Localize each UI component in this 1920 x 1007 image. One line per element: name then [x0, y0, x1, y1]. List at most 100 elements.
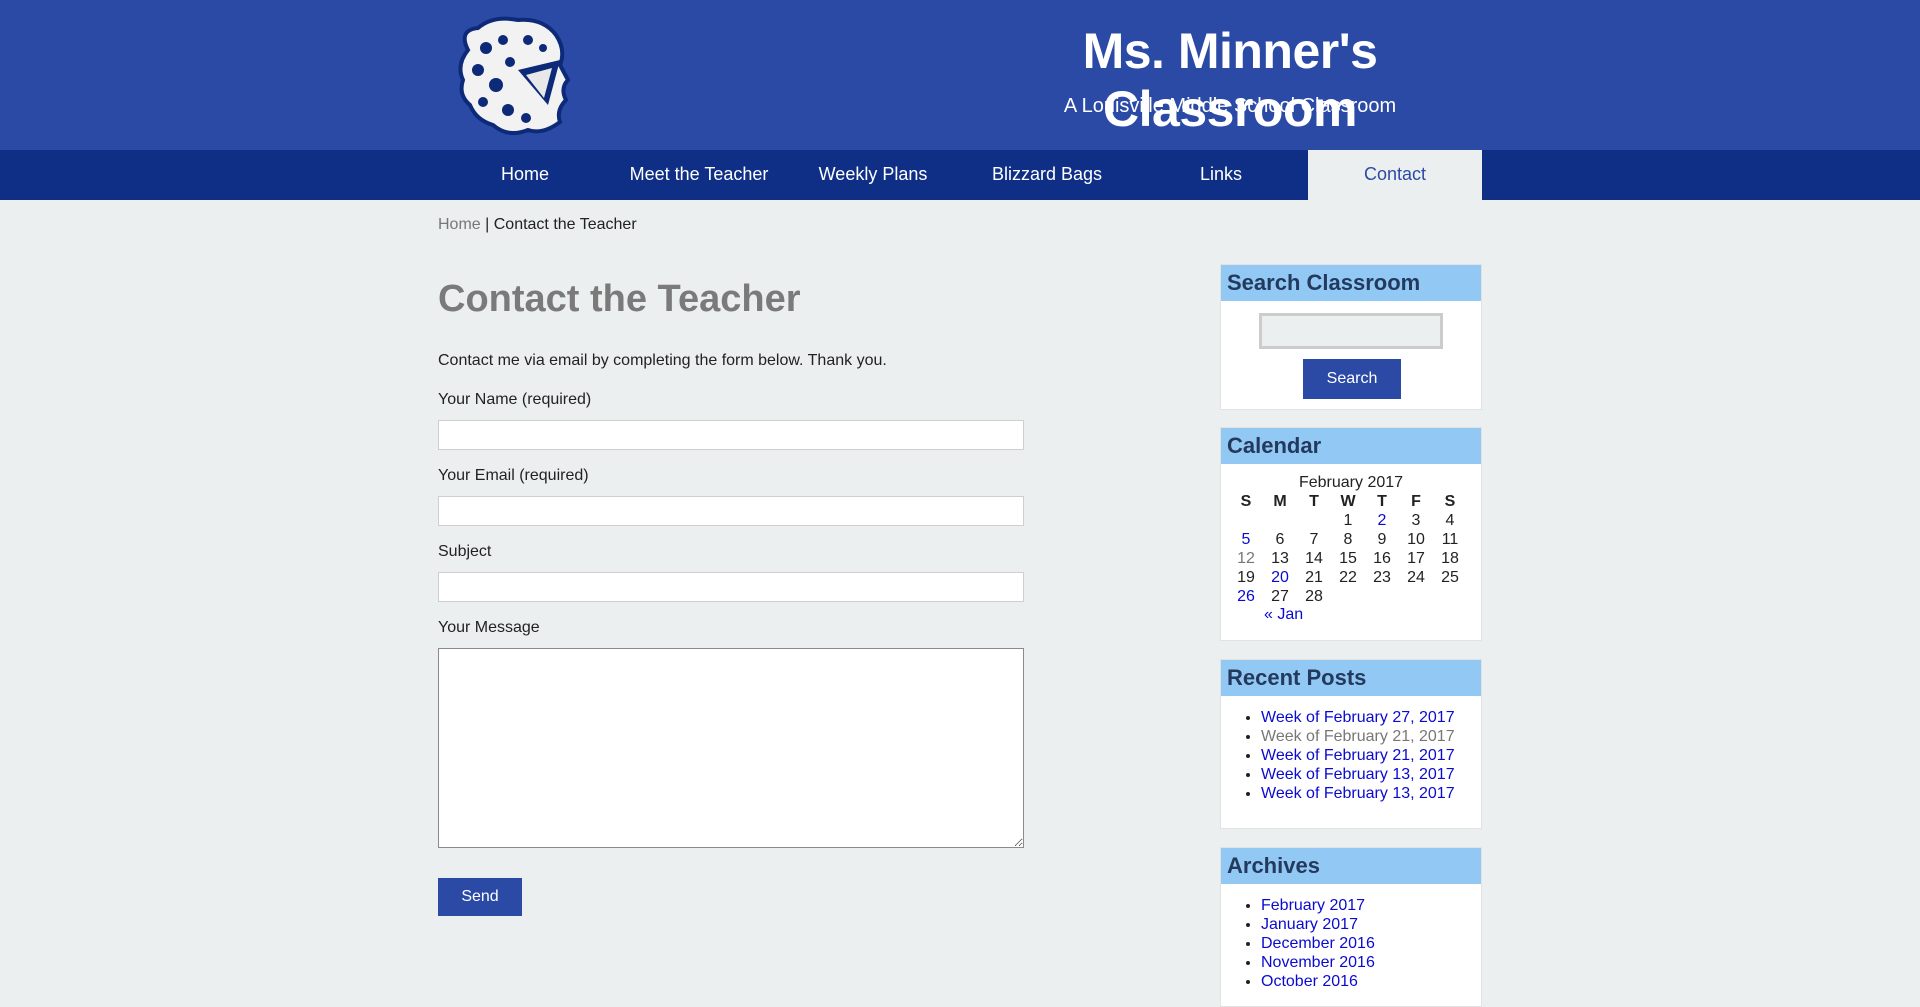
calendar-table: SMTWTFS 1 2 3 4 5 6 7 8 9 10 11 12 13 14 15 16 17 18 19 20 2…	[1229, 492, 1467, 606]
calendar-day: 7	[1309, 530, 1319, 548]
send-button[interactable]: Send	[438, 878, 522, 916]
recent-post-link[interactable]: Week of February 21, 2017	[1261, 747, 1455, 764]
jaguar-mascot-logo[interactable]	[448, 10, 578, 140]
list-item: Week of February 13, 2017	[1261, 765, 1481, 784]
list-item: Week of February 21, 2017	[1261, 746, 1481, 765]
calendar-day: 13	[1271, 549, 1289, 567]
calendar-empty-cell	[1331, 587, 1365, 606]
calendar-day: 8	[1343, 530, 1353, 548]
calendar-weekday-row: SMTWTFS	[1229, 492, 1467, 511]
calendar-day: 12	[1237, 549, 1255, 567]
list-item: December 2016	[1261, 934, 1481, 953]
nav-item-weekly-plans[interactable]: Weekly Plans	[786, 150, 960, 200]
breadcrumb: Home | Contact the Teacher	[438, 216, 637, 234]
breadcrumb-home-link[interactable]: Home	[438, 216, 481, 233]
email-label: Your Email (required)	[438, 467, 589, 484]
calendar-day: 10	[1407, 530, 1425, 548]
calendar-day: 14	[1305, 549, 1323, 567]
list-item: February 2017	[1261, 896, 1481, 915]
calendar-weekday: T	[1309, 492, 1319, 510]
calendar-empty-cell	[1365, 587, 1399, 606]
name-field[interactable]	[438, 420, 1024, 450]
calendar-day: 22	[1339, 568, 1357, 586]
recent-post-link[interactable]: Week of February 21, 2017	[1261, 728, 1455, 745]
calendar-day: 1	[1343, 511, 1353, 529]
breadcrumb-current: Contact the Teacher	[493, 216, 637, 233]
calendar-day: 18	[1441, 549, 1459, 567]
recent-post-link[interactable]: Week of February 13, 2017	[1261, 785, 1455, 802]
calendar-day: 23	[1373, 568, 1391, 586]
calendar-empty-cell	[1399, 587, 1433, 606]
recent-post-link[interactable]: Week of February 13, 2017	[1261, 766, 1455, 783]
calendar-day: 6	[1275, 530, 1285, 548]
archive-link[interactable]: October 2016	[1261, 973, 1358, 990]
calendar-body: 1 2 3 4 5 6 7 8 9 10 11 12 13 14 15 16 17 18 19 20 21 22 23 24 2…	[1229, 511, 1467, 606]
nav-item-contact[interactable]: Contact	[1308, 150, 1482, 200]
archive-link[interactable]: January 2017	[1261, 916, 1358, 933]
archives-list: February 2017 January 2017 December 2016…	[1221, 896, 1481, 991]
calendar-day: 15	[1339, 549, 1357, 567]
site-header: Ms. Minner's Classroom A Louisville Midd…	[0, 0, 1920, 150]
calendar-day[interactable]: 2	[1365, 511, 1399, 530]
list-item: October 2016	[1261, 972, 1481, 991]
list-item: Week of February 13, 2017	[1261, 784, 1481, 803]
message-label: Your Message	[438, 619, 540, 636]
calendar-week-row: 19 20 21 22 23 24 25	[1229, 568, 1467, 587]
calendar-empty-cell	[1229, 511, 1263, 530]
subject-label: Subject	[438, 543, 492, 560]
search-widget-title: Search Classroom	[1221, 265, 1481, 301]
search-input[interactable]	[1259, 313, 1443, 349]
site-tagline: A Louisville Middle School Classroom	[1063, 95, 1397, 117]
email-field[interactable]	[438, 496, 1024, 526]
calendar-day: 11	[1441, 530, 1459, 548]
recent-post-link[interactable]: Week of February 27, 2017	[1261, 709, 1455, 726]
main-nav: Home Meet the Teacher Weekly Plans Blizz…	[0, 150, 1920, 200]
calendar-weekday: S	[1240, 492, 1252, 510]
message-textarea[interactable]	[438, 648, 1024, 848]
nav-item-home[interactable]: Home	[438, 150, 612, 200]
archive-link[interactable]: December 2016	[1261, 935, 1375, 952]
calendar-day[interactable]: 26	[1229, 587, 1263, 606]
calendar-day[interactable]: 5	[1229, 530, 1263, 549]
nav-items: Home Meet the Teacher Weekly Plans Blizz…	[438, 150, 1482, 200]
calendar-week-row: 26 27 28	[1229, 587, 1467, 606]
recent-posts-widget: Recent Posts Week of February 27, 2017 W…	[1220, 659, 1482, 829]
calendar-weekday: S	[1444, 492, 1456, 510]
calendar-day: 9	[1377, 530, 1387, 548]
name-label: Your Name (required)	[438, 391, 592, 408]
list-item: Week of February 21, 2017	[1261, 727, 1481, 746]
calendar-empty-cell	[1433, 587, 1467, 606]
site-title[interactable]: Ms. Minner's Classroom	[980, 22, 1480, 138]
archive-link[interactable]: February 2017	[1261, 897, 1365, 914]
calendar-week-row: 12 13 14 15 16 17 18	[1229, 549, 1467, 568]
page-title: Contact the Teacher	[438, 278, 801, 320]
nav-item-links[interactable]: Links	[1134, 150, 1308, 200]
archive-link[interactable]: November 2016	[1261, 954, 1375, 971]
list-item: January 2017	[1261, 915, 1481, 934]
calendar-widget-title: Calendar	[1221, 428, 1481, 464]
list-item: November 2016	[1261, 953, 1481, 972]
breadcrumb-separator: |	[480, 216, 494, 233]
search-button[interactable]: Search	[1303, 359, 1401, 399]
subject-field[interactable]	[438, 572, 1024, 602]
calendar-day: 17	[1407, 549, 1425, 567]
nav-item-blizzard-bags[interactable]: Blizzard Bags	[960, 150, 1134, 200]
nav-item-meet-the-teacher[interactable]: Meet the Teacher	[612, 150, 786, 200]
calendar-prev-month-link[interactable]: « Jan	[1221, 606, 1481, 624]
recent-posts-list: Week of February 27, 2017 Week of Februa…	[1221, 708, 1481, 803]
archives-widget-title: Archives	[1221, 848, 1481, 884]
list-item: Week of February 27, 2017	[1261, 708, 1481, 727]
archives-widget: Archives February 2017 January 2017 Dece…	[1220, 847, 1482, 1007]
calendar-empty-cell	[1297, 511, 1331, 530]
calendar-weekday: F	[1411, 492, 1421, 510]
calendar-day: 24	[1407, 568, 1425, 586]
calendar-day: 25	[1441, 568, 1459, 586]
calendar-day[interactable]: 20	[1263, 568, 1297, 587]
calendar-weekday: W	[1340, 492, 1356, 510]
calendar-day: 21	[1305, 568, 1323, 586]
calendar-weekday: M	[1273, 492, 1287, 510]
recent-posts-widget-title: Recent Posts	[1221, 660, 1481, 696]
search-widget: Search Classroom Search	[1220, 264, 1482, 410]
calendar-weekday: T	[1377, 492, 1387, 510]
calendar-day: 16	[1373, 549, 1391, 567]
